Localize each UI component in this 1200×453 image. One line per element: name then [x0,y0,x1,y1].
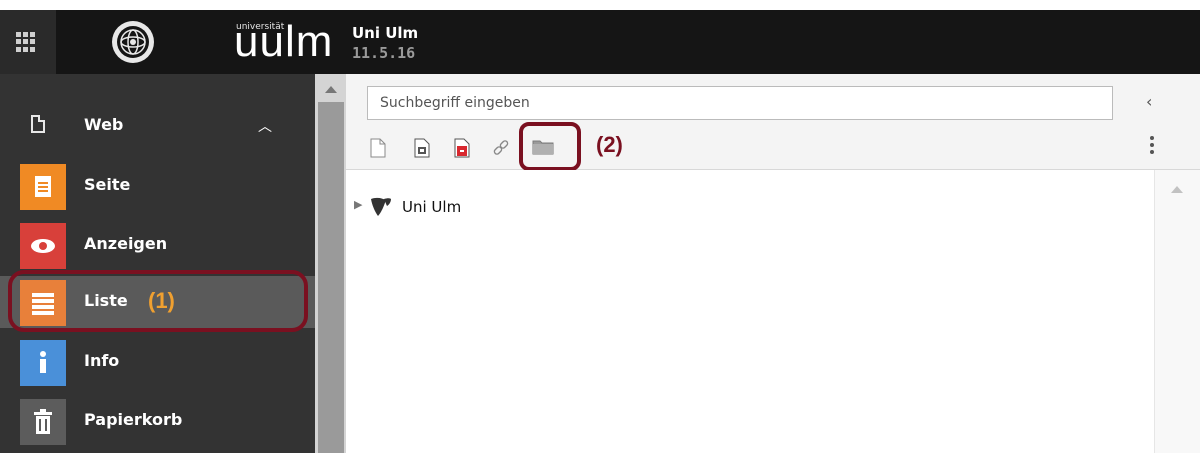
sidebar-item-label: Seite [84,175,131,194]
link-icon[interactable] [492,138,510,158]
new-page-icon[interactable] [370,138,386,158]
university-logo[interactable]: universität uulm [56,10,336,74]
logo-wordmark: uulm [234,17,334,66]
sidebar-item-papierkorb[interactable]: Papierkorb [0,395,315,447]
expand-icon[interactable]: ▶ [354,198,362,211]
sidebar-item-label: Papierkorb [84,410,183,429]
page-tree-pane: ‹ (2) ▶ [346,74,1200,453]
sidebar-item-seite[interactable]: Seite [0,160,315,212]
sidebar-scrollbar[interactable] [315,74,346,453]
document-icon [31,115,45,133]
grid-icon [16,32,36,52]
top-strip [0,0,1200,10]
seal-icon [112,21,154,63]
sidebar-item-label: Anzeigen [84,234,168,253]
page-red-icon[interactable] [454,138,470,158]
more-options-icon[interactable] [1150,136,1154,157]
site-name: Uni Ulm [352,24,419,42]
page-tree: ▶ Uni Ulm [346,170,1154,453]
tree-toolbar: ‹ (2) [346,74,1200,171]
sidebar-item-info[interactable]: Info [0,336,315,388]
chevron-up-icon[interactable]: ︿ [258,116,272,136]
sidebar-item-label: Info [84,351,120,370]
sidebar-item-anzeigen[interactable]: Anzeigen [0,219,315,271]
module-group-web[interactable]: Web ︿ [0,98,315,150]
scrollbar-thumb[interactable] [318,102,344,453]
module-menu-button[interactable] [0,10,56,74]
site-version: 11.5.16 [352,44,416,62]
module-group-label: Web [84,115,124,134]
info-icon [20,340,66,386]
top-bar: universität uulm Uni Ulm 11.5.16 [0,10,1200,74]
page-icon [20,164,66,210]
scroll-up-icon[interactable] [1171,186,1183,193]
tree-node-label: Uni Ulm [402,198,462,216]
search-input[interactable] [367,86,1113,120]
scroll-up-icon[interactable] [325,86,337,93]
collapse-icon[interactable]: ‹ [1146,92,1152,111]
page-template-icon[interactable] [414,138,430,158]
module-menu: Web ︿ Seite Anzeigen Liste (1) Info Papi… [0,74,315,453]
annotation-2: (2) [596,132,623,157]
highlight-box-1 [8,270,308,332]
eye-icon [20,223,66,269]
tree-scrollbar[interactable] [1154,170,1200,453]
trash-icon [20,399,66,445]
typo3-site-icon [371,197,391,216]
highlight-box-2 [519,122,581,171]
